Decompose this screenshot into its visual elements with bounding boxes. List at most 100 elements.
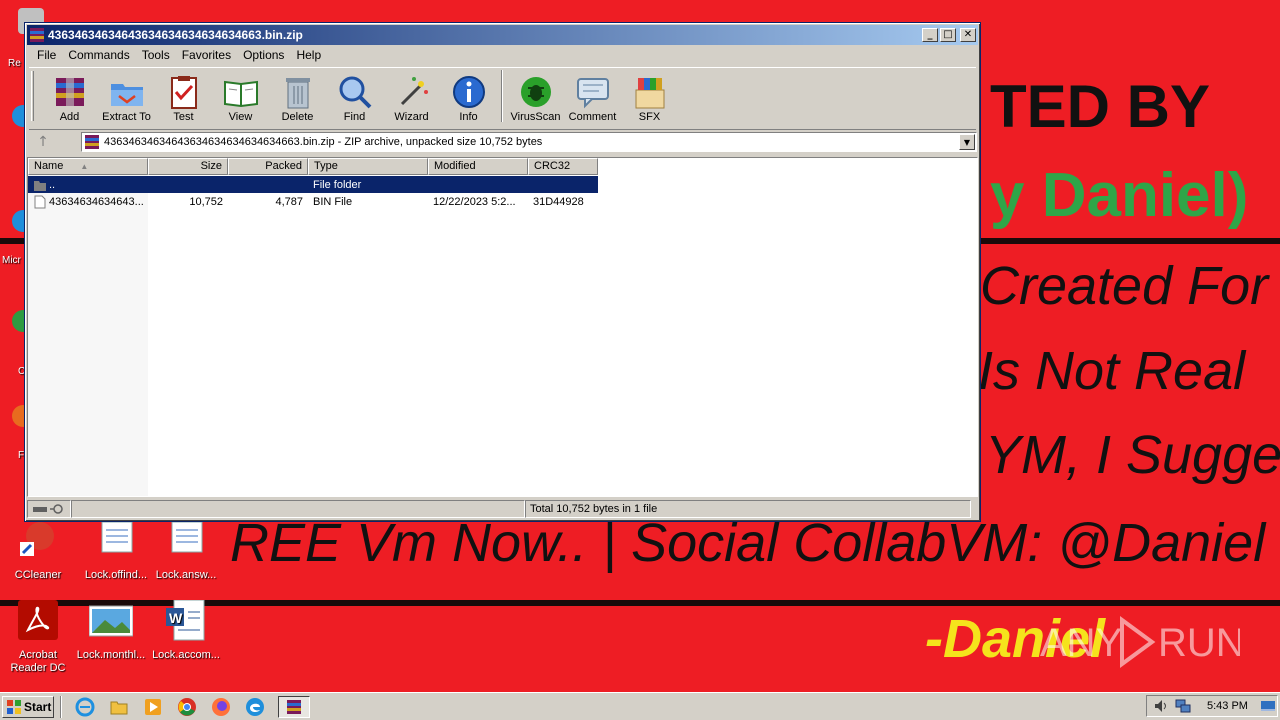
wizard-label: Wizard bbox=[394, 111, 429, 123]
file-explorer-icon[interactable] bbox=[109, 697, 129, 717]
image-file-icon bbox=[88, 605, 134, 637]
desktop-icon-lock-monthl[interactable]: Lock.monthl... bbox=[73, 600, 149, 662]
media-player-icon[interactable] bbox=[143, 697, 163, 717]
menu-bar: File Commands Tools Favorites Options He… bbox=[27, 45, 978, 65]
cell-name: 43634634634643... bbox=[49, 195, 144, 208]
winrar-icon bbox=[30, 28, 44, 42]
start-button[interactable]: Start bbox=[2, 695, 54, 718]
minimize-button[interactable]: _ bbox=[922, 28, 938, 42]
menu-options[interactable]: Options bbox=[237, 48, 290, 62]
desktop-edge-label: Re bbox=[8, 58, 21, 69]
wizard-button[interactable]: Wizard bbox=[383, 68, 440, 124]
view-button[interactable]: View bbox=[212, 68, 269, 124]
ccleaner-icon bbox=[20, 522, 54, 556]
extract-to-label: Extract To bbox=[102, 111, 151, 123]
wizard-wand-icon bbox=[400, 77, 428, 106]
column-header-size[interactable]: Size bbox=[148, 158, 228, 175]
menu-favorites[interactable]: Favorites bbox=[176, 48, 237, 62]
file-icon bbox=[34, 195, 46, 208]
cell-crc32: 31D44928 bbox=[533, 195, 584, 208]
add-label: Add bbox=[59, 111, 80, 123]
desktop-icon-label: Acrobat Reader DC bbox=[10, 649, 66, 674]
clock: 5:43 PM bbox=[1207, 700, 1248, 712]
winrar-window: 43634634634643634634634634634663.bin.zip… bbox=[24, 22, 981, 522]
chrome-icon[interactable] bbox=[177, 697, 197, 717]
add-button[interactable]: Add bbox=[41, 68, 98, 124]
cell-size: 10,752 bbox=[189, 195, 223, 208]
menu-file[interactable]: File bbox=[31, 48, 62, 62]
delete-label: Delete bbox=[281, 111, 314, 123]
sfx-label: SFX bbox=[638, 111, 661, 123]
acrobat-icon bbox=[18, 600, 58, 640]
delete-button[interactable]: Delete bbox=[269, 68, 326, 124]
menu-tools[interactable]: Tools bbox=[136, 48, 176, 62]
sort-arrow-icon: ▲ bbox=[80, 162, 89, 171]
taskbar: Start 5:43 PM bbox=[0, 692, 1280, 720]
menu-commands[interactable]: Commands bbox=[62, 48, 135, 62]
start-label: Start bbox=[24, 699, 52, 714]
virusscan-bug-icon bbox=[520, 77, 551, 107]
column-header-crc32[interactable]: CRC32 bbox=[528, 158, 598, 175]
desktop-icon-label: Lock.monthl... bbox=[76, 649, 146, 661]
extract-folder-icon bbox=[110, 84, 143, 106]
file-list[interactable]: Name ▲ Size Packed Type Modified CRC32 .… bbox=[27, 157, 978, 497]
word-document-icon: W bbox=[166, 599, 205, 641]
firefox-icon[interactable] bbox=[211, 697, 231, 717]
info-button[interactable]: Info bbox=[440, 68, 497, 124]
maximize-button[interactable]: □ bbox=[940, 28, 956, 42]
find-button[interactable]: Find bbox=[326, 68, 383, 124]
menu-help[interactable]: Help bbox=[290, 48, 327, 62]
window-titlebar[interactable]: 43634634634643634634634634634663.bin.zip… bbox=[27, 25, 978, 45]
test-button[interactable]: Test bbox=[155, 68, 212, 124]
network-icon[interactable] bbox=[1175, 698, 1191, 714]
winrar-icon bbox=[287, 699, 301, 714]
column-header-name[interactable]: Name ▲ bbox=[28, 158, 148, 175]
sfx-button[interactable]: SFX bbox=[621, 68, 678, 124]
address-field[interactable]: 43634634634643634634634634634663.bin.zip… bbox=[81, 132, 977, 152]
desktop-icon-lock-answ[interactable]: Lock.answ... bbox=[148, 520, 224, 582]
drive-key-icon bbox=[33, 504, 63, 514]
extract-to-button[interactable]: Extract To bbox=[98, 68, 155, 124]
folder-icon bbox=[34, 180, 46, 191]
comment-label: Comment bbox=[568, 111, 617, 123]
desktop-icon-lock-accom[interactable]: W Lock.accom... bbox=[148, 599, 224, 662]
status-bar: Total 10,752 bytes in 1 file bbox=[27, 499, 978, 519]
show-desktop-icon[interactable] bbox=[1260, 698, 1276, 714]
internet-explorer-icon[interactable] bbox=[75, 697, 95, 717]
window-title: 43634634634643634634634634634663.bin.zip bbox=[48, 28, 303, 42]
column-header-modified[interactable]: Modified bbox=[428, 158, 528, 175]
status-drive-pane[interactable] bbox=[27, 500, 71, 518]
up-folder-button[interactable]: ↑ bbox=[29, 131, 57, 153]
document-icon bbox=[101, 521, 133, 553]
info-icon bbox=[452, 76, 485, 108]
virusscan-button[interactable]: VirusScan bbox=[507, 68, 564, 124]
svg-text:ANY: ANY bbox=[1040, 621, 1122, 665]
edge-icon[interactable] bbox=[245, 697, 265, 717]
test-clipboard-icon bbox=[170, 76, 197, 109]
close-icon: ✕ bbox=[963, 29, 973, 40]
column-header-type[interactable]: Type bbox=[308, 158, 428, 175]
address-text: 43634634634643634634634634634663.bin.zip… bbox=[104, 136, 543, 148]
address-bar: ↑ 43634634634643634634634634634663.bin.z… bbox=[29, 129, 977, 153]
cell-name: .. bbox=[49, 178, 56, 191]
desktop-icon-ccleaner[interactable]: CCleaner bbox=[0, 520, 76, 582]
desktop-icon-label: CCleaner bbox=[14, 569, 62, 581]
volume-icon[interactable] bbox=[1153, 698, 1169, 714]
status-pane-left bbox=[71, 500, 525, 518]
desktop-icon-lock-offind[interactable]: Lock.offind... bbox=[78, 520, 154, 582]
desktop-icon-label: Lock.offind... bbox=[84, 569, 148, 581]
desktop-edge-label: Micr bbox=[2, 255, 21, 266]
system-tray: 5:43 PM bbox=[1146, 695, 1278, 717]
table-row[interactable]: 43634634634643... 10,752 4,787 BIN File … bbox=[28, 193, 598, 210]
address-dropdown-button[interactable]: ▼ bbox=[959, 134, 975, 150]
close-button[interactable]: ✕ bbox=[960, 28, 976, 42]
toolbar: Add Extract To Test View Delete Find Wiz… bbox=[29, 67, 976, 125]
delete-trash-icon bbox=[285, 78, 310, 109]
taskbar-winrar-button[interactable] bbox=[278, 695, 310, 718]
test-label: Test bbox=[173, 111, 194, 123]
table-row-parent-folder[interactable]: .. File folder bbox=[28, 176, 598, 193]
comment-button[interactable]: Comment bbox=[564, 68, 621, 124]
archive-icon bbox=[85, 135, 99, 149]
column-header-packed[interactable]: Packed bbox=[228, 158, 308, 175]
desktop-icon-acrobat[interactable]: Acrobat Reader DC bbox=[0, 600, 76, 675]
